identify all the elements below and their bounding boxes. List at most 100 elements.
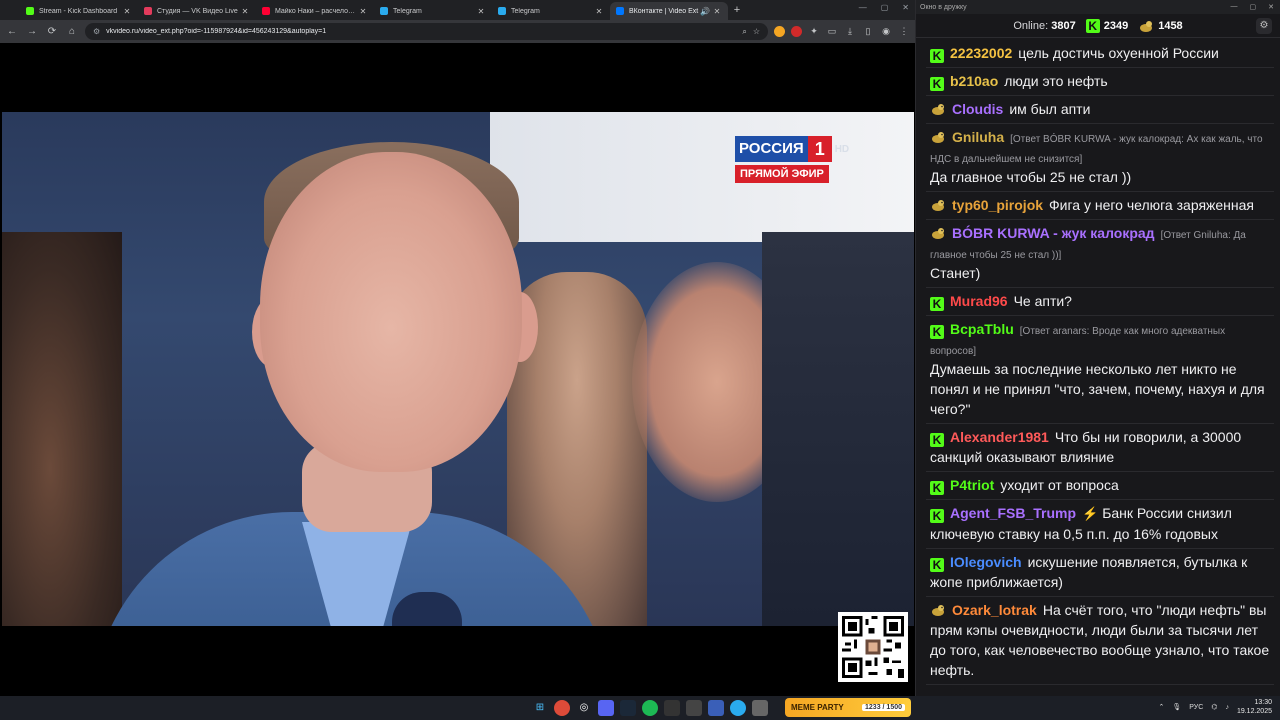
volume-icon[interactable]: ♪ bbox=[1225, 704, 1229, 711]
video-player[interactable]: РОССИЯ 1 HD ПРЯМОЙ ЭФИР bbox=[0, 43, 915, 696]
reload-icon[interactable]: ⟳ bbox=[45, 25, 59, 39]
browser-window: Stream - Kick Dashboard ✕ Студия — VK Виде… bbox=[0, 0, 915, 696]
taskbar: ⊞ ◎ MEME PARTY 1233 / 1500 ⌃ 🎙 РУС ⌬ ♪ 1… bbox=[0, 696, 1280, 720]
chat-username[interactable]: typ60_pirojok bbox=[952, 197, 1043, 213]
tab-favicon-icon bbox=[26, 7, 34, 15]
address-bar[interactable]: ⚙ vkvideo.ru/video_ext.php?oid=-11598792… bbox=[85, 23, 768, 40]
chat-username[interactable]: Alexander1981 bbox=[950, 429, 1049, 445]
menu-icon[interactable]: ⋮ bbox=[898, 26, 910, 37]
chrome-icon[interactable] bbox=[554, 700, 570, 716]
back-icon[interactable]: ← bbox=[5, 25, 19, 39]
kick-badge-icon: K bbox=[930, 77, 944, 91]
tab-close-icon[interactable]: ✕ bbox=[712, 7, 722, 16]
kick-badge-icon: K bbox=[930, 325, 944, 339]
online-label: Online: bbox=[1013, 19, 1049, 32]
extensions-puzzle-icon[interactable]: ✦ bbox=[808, 26, 820, 37]
zoom-icon[interactable]: ⌕ bbox=[742, 27, 746, 37]
chat-username[interactable]: Cloudis bbox=[952, 101, 1003, 117]
chat-message: K P4triot уходит от вопроса bbox=[926, 472, 1274, 500]
settings-gear-icon[interactable]: ⚙ bbox=[1256, 18, 1272, 34]
chat-username[interactable]: 22232002 bbox=[950, 45, 1012, 61]
clock-date: 19.12.2025 bbox=[1236, 708, 1272, 715]
chat-message: K 22232002 цель достичь охуенной России bbox=[926, 40, 1274, 68]
app-icon[interactable] bbox=[752, 700, 768, 716]
speaker-face bbox=[260, 152, 522, 472]
close-icon[interactable]: ✕ bbox=[902, 3, 909, 12]
language-indicator[interactable]: РУС bbox=[1189, 704, 1203, 711]
minimize-icon[interactable]: — bbox=[859, 3, 867, 12]
spotify-icon[interactable] bbox=[642, 700, 658, 716]
channel-logo: РОССИЯ 1 HD ПРЯМОЙ ЭФИР bbox=[735, 136, 850, 184]
browser-tab[interactable]: ВКонтакте | Video Ext 🔊 ✕ bbox=[610, 2, 728, 20]
system-tray: ⌃ 🎙 РУС ⌬ ♪ 13:30 19.12.2025 bbox=[1159, 698, 1272, 716]
site-info-icon[interactable]: ⚙ bbox=[93, 27, 100, 36]
network-icon[interactable]: ⌬ bbox=[1211, 703, 1217, 711]
chat-message: BÓBR KURWA - жук калокрад [Ответ Gniluha:… bbox=[926, 220, 1274, 288]
extension-icon[interactable] bbox=[774, 26, 785, 37]
bobr-badge-icon bbox=[932, 228, 944, 239]
tab-audio-icon[interactable]: 🔊 bbox=[700, 7, 710, 16]
browser-tab[interactable]: Майко Наки – расчеловечив...✕ bbox=[256, 2, 374, 20]
browser-tab[interactable]: Студия — VK Видео Live ✕ bbox=[138, 2, 256, 20]
chat-username[interactable]: Agent_FSB_Trump bbox=[950, 505, 1076, 521]
microphone-icon[interactable]: 🎙 bbox=[1172, 703, 1181, 711]
close-icon[interactable]: ✕ bbox=[1268, 3, 1274, 11]
browser-tab[interactable]: Telegram ✕ bbox=[492, 2, 610, 20]
minimize-icon[interactable]: — bbox=[1231, 3, 1238, 11]
tab-favicon-icon bbox=[380, 7, 388, 15]
bobr-icon bbox=[1140, 20, 1153, 32]
tab-close-icon[interactable]: ✕ bbox=[358, 7, 368, 16]
chat-username[interactable]: IOlegovich bbox=[950, 554, 1022, 570]
channel-number: 1 bbox=[807, 136, 832, 162]
online-count: 3807 bbox=[1051, 19, 1076, 32]
tab-close-icon[interactable]: ✕ bbox=[122, 7, 132, 16]
maximize-icon[interactable]: ▢ bbox=[1250, 3, 1257, 11]
chat-username[interactable]: b210ao bbox=[950, 73, 998, 89]
chat-message: Ozark_lotrak На счёт того, что "люди нефт… bbox=[926, 597, 1274, 685]
sidebar-icon[interactable]: ▯ bbox=[862, 26, 874, 37]
app-icon[interactable] bbox=[664, 700, 680, 716]
maximize-icon[interactable]: ▢ bbox=[881, 3, 889, 12]
kick-badge-icon: K bbox=[930, 49, 944, 63]
browser-tab[interactable]: Stream - Kick Dashboard ✕ bbox=[20, 2, 138, 20]
tray-chevron-icon[interactable]: ⌃ bbox=[1159, 703, 1165, 711]
telegram-icon[interactable] bbox=[730, 700, 746, 716]
chat-username[interactable]: BcpaTblu bbox=[950, 321, 1014, 337]
new-tab-button[interactable]: + bbox=[728, 4, 746, 16]
chat-message-text: Да главное чтобы 25 не стал )) bbox=[930, 169, 1132, 185]
meme-party-timer: 1233 / 1500 bbox=[862, 704, 905, 711]
kick-viewers-count: 2349 bbox=[1103, 19, 1129, 32]
extension-icon[interactable] bbox=[791, 26, 802, 37]
media-player-icon[interactable] bbox=[708, 700, 724, 716]
clock[interactable]: 13:30 19.12.2025 bbox=[1237, 698, 1272, 716]
video-frame[interactable]: РОССИЯ 1 HD ПРЯМОЙ ЭФИР bbox=[2, 112, 914, 626]
chat-window-title: Окно в дружку bbox=[920, 3, 967, 11]
meme-party-widget[interactable]: MEME PARTY 1233 / 1500 bbox=[785, 698, 911, 717]
tab-close-icon[interactable]: ✕ bbox=[476, 7, 486, 16]
steam-icon[interactable] bbox=[620, 700, 636, 716]
search-icon[interactable]: ◎ bbox=[576, 700, 592, 716]
obs-icon[interactable] bbox=[686, 700, 702, 716]
tab-label: Telegram bbox=[393, 7, 422, 15]
home-icon[interactable]: ⌂ bbox=[65, 25, 79, 39]
lightning-icon: ⚡ bbox=[1082, 506, 1099, 521]
forward-icon[interactable]: → bbox=[25, 25, 39, 39]
profile-icon[interactable]: ◉ bbox=[880, 26, 892, 37]
chat-username[interactable]: BÓBR KURWA - жук калокрад bbox=[952, 225, 1155, 241]
chat-username[interactable]: P4triot bbox=[950, 477, 994, 493]
live-label: ПРЯМОЙ ЭФИР bbox=[735, 165, 829, 183]
tab-close-icon[interactable]: ✕ bbox=[594, 7, 604, 16]
discord-icon[interactable] bbox=[598, 700, 614, 716]
chat-username[interactable]: Gniluha bbox=[952, 129, 1004, 145]
chat-username[interactable]: Ozark_lotrak bbox=[952, 602, 1037, 618]
tab-search-icon[interactable]: ▭ bbox=[826, 26, 838, 37]
download-icon[interactable]: ⤓ bbox=[844, 26, 856, 37]
bookmark-star-icon[interactable]: ☆ bbox=[753, 27, 760, 36]
tab-strip: Stream - Kick Dashboard ✕ Студия — VK Виде… bbox=[0, 0, 915, 20]
tab-close-icon[interactable]: ✕ bbox=[240, 7, 250, 16]
chat-message-text: уходит от вопроса bbox=[1000, 477, 1119, 493]
kick-badge-icon: K bbox=[930, 297, 944, 311]
browser-tab[interactable]: Telegram ✕ bbox=[374, 2, 492, 20]
start-icon[interactable]: ⊞ bbox=[532, 700, 548, 716]
chat-username[interactable]: Murad96 bbox=[950, 293, 1008, 309]
